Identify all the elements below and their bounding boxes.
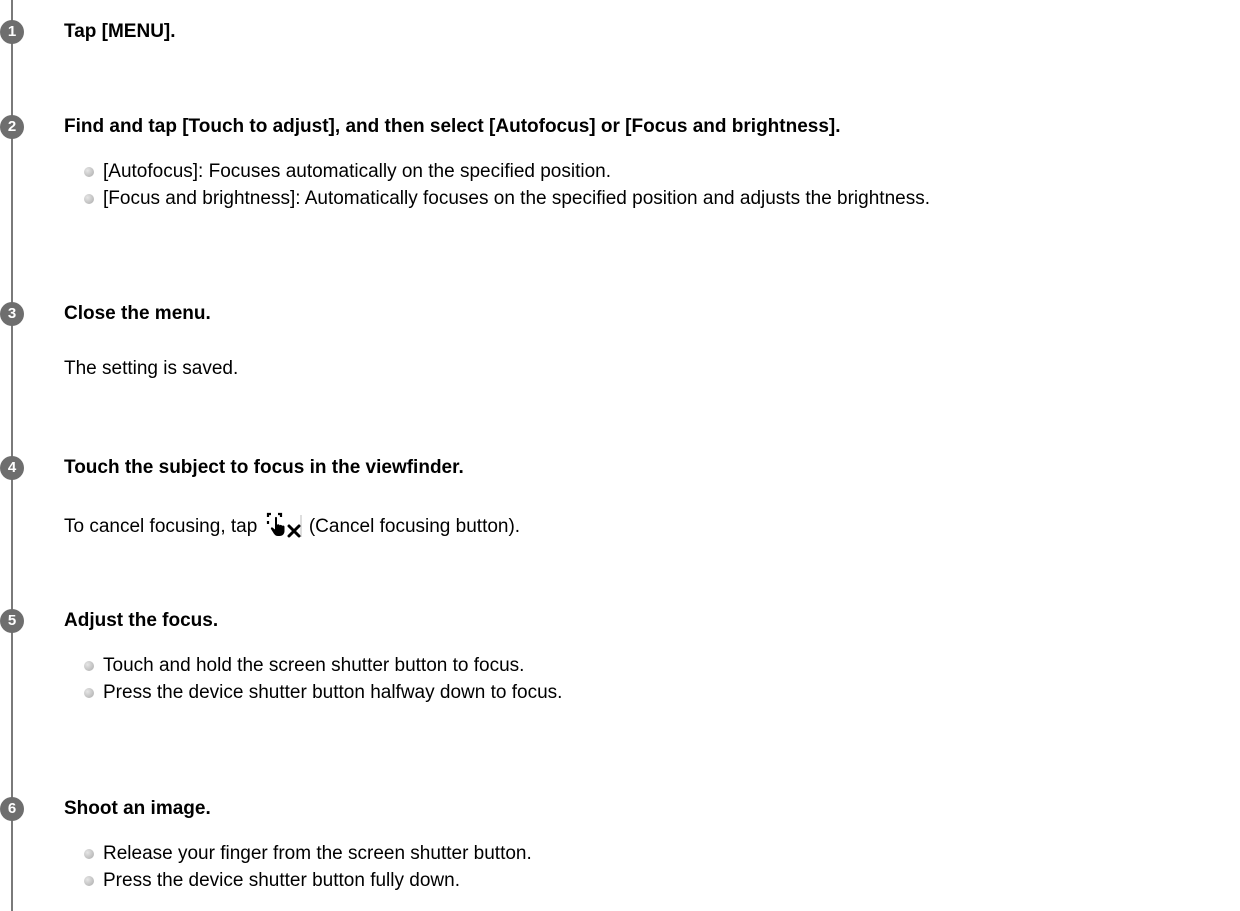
step-number-badge: 4	[0, 456, 24, 480]
step-title: Touch the subject to focus in the viewfi…	[64, 457, 464, 478]
bullet-icon	[84, 194, 94, 204]
bullet-icon	[84, 661, 94, 671]
list-item: Touch and hold the screen shutter button…	[84, 652, 562, 679]
bullet-list: [Autofocus]: Focuses automatically on th…	[84, 158, 930, 212]
step-title: Shoot an image.	[64, 798, 211, 819]
step-title: Close the menu.	[64, 303, 211, 324]
description-text: To cancel focusing, tap	[64, 516, 258, 537]
step-title: Find and tap [Touch to adjust], and then…	[64, 116, 841, 137]
step-title: Adjust the focus.	[64, 610, 219, 631]
bullet-icon	[84, 688, 94, 698]
bullet-icon	[84, 876, 94, 886]
list-item-text: Press the device shutter button fully do…	[103, 870, 460, 891]
step-number-badge: 3	[0, 302, 24, 326]
list-item-text: Release your finger from the screen shut…	[103, 843, 532, 864]
list-item-text: [Focus and brightness]: Automatically fo…	[103, 188, 930, 209]
bullet-list: Touch and hold the screen shutter button…	[84, 652, 562, 706]
step-description: The setting is saved.	[64, 358, 239, 379]
list-item-text: Touch and hold the screen shutter button…	[103, 655, 525, 676]
bullet-icon	[84, 849, 94, 859]
bullet-list: Release your finger from the screen shut…	[84, 840, 532, 894]
list-item: Press the device shutter button halfway …	[84, 679, 562, 706]
step-description: To cancel focusing, tap (Cancel focusing…	[64, 512, 520, 538]
step-number-badge: 1	[0, 20, 24, 44]
step-number-badge: 5	[0, 609, 24, 633]
bullet-icon	[84, 167, 94, 177]
step-number-badge: 6	[0, 797, 24, 821]
list-item: [Autofocus]: Focuses automatically on th…	[84, 158, 930, 185]
list-item: Release your finger from the screen shut…	[84, 840, 532, 867]
list-item: Press the device shutter button fully do…	[84, 867, 532, 894]
list-item-text: Press the device shutter button halfway …	[103, 682, 563, 703]
description-text: (Cancel focusing button).	[308, 516, 521, 537]
list-item: [Focus and brightness]: Automatically fo…	[84, 185, 930, 212]
list-item-text: [Autofocus]: Focuses automatically on th…	[103, 161, 611, 182]
step-title: Tap [MENU].	[64, 21, 176, 42]
cancel-focusing-icon	[266, 512, 302, 538]
step-number-badge: 2	[0, 115, 24, 139]
